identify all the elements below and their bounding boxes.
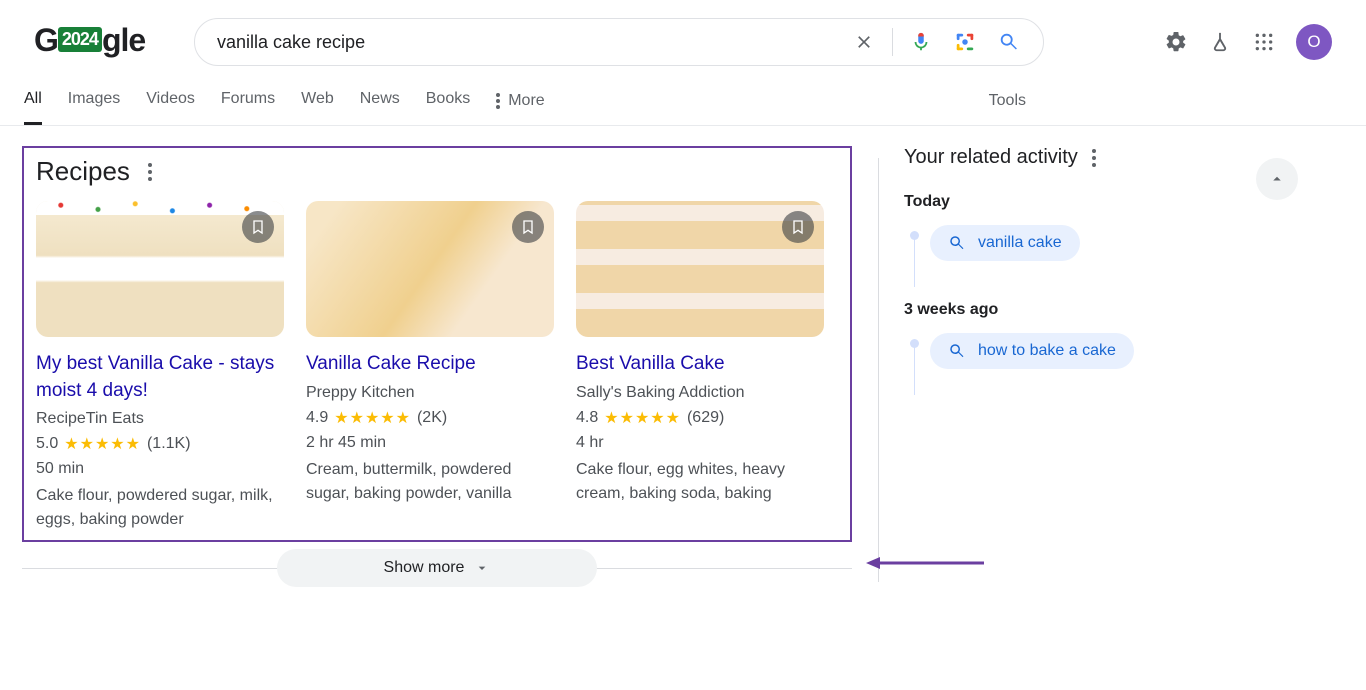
stars-icon: ★★★★★: [334, 408, 411, 428]
recipes-panel: Recipes My best Vanilla Cake - stays moi…: [22, 146, 852, 542]
labs-icon[interactable]: [1208, 30, 1232, 54]
bookmark-icon[interactable]: [242, 211, 274, 243]
related-activity-heading: Your related activity: [904, 146, 1078, 169]
tab-web[interactable]: Web: [301, 90, 334, 125]
rating-value: 4.9: [306, 409, 328, 427]
tab-all[interactable]: All: [24, 90, 42, 125]
related-section-label: 3 weeks ago: [904, 301, 1328, 319]
recipe-title-link[interactable]: My best Vanilla Cake - stays moist 4 day…: [36, 351, 284, 404]
related-menu-icon[interactable]: [1092, 149, 1096, 167]
tab-forums[interactable]: Forums: [221, 90, 275, 125]
ingredients: Cake flour, egg whites, heavy cream, bak…: [576, 458, 824, 506]
chevron-down-icon: [474, 560, 490, 576]
recipe-source: Sally's Baking Addiction: [576, 384, 824, 402]
recipes-menu-icon[interactable]: [148, 163, 152, 181]
ingredients: Cake flour, powdered sugar, milk, eggs, …: [36, 484, 284, 532]
search-bar[interactable]: [194, 18, 1044, 66]
lens-icon[interactable]: [953, 30, 977, 54]
search-nav-tabs: All Images Videos Forums Web News Books …: [0, 66, 1366, 126]
cook-time: 2 hr 45 min: [306, 434, 554, 452]
tab-more[interactable]: More: [496, 90, 544, 125]
collapse-icon[interactable]: [1256, 158, 1298, 200]
rating-count: (2K): [417, 409, 447, 427]
settings-icon[interactable]: [1164, 30, 1188, 54]
recipe-source: Preppy Kitchen: [306, 384, 554, 402]
search-icon[interactable]: [997, 30, 1021, 54]
show-more-label: Show more: [384, 559, 465, 577]
recipe-title-link[interactable]: Vanilla Cake Recipe: [306, 351, 554, 378]
google-logo[interactable]: G2024gle: [34, 22, 154, 62]
recipe-rating: 4.8 ★★★★★ (629): [576, 408, 824, 428]
tab-news[interactable]: News: [360, 90, 400, 125]
apps-icon[interactable]: [1252, 30, 1276, 54]
timeline-dot: [910, 231, 919, 240]
search-icon: [948, 234, 966, 252]
recipe-source: RecipeTin Eats: [36, 410, 284, 428]
recipe-card: Vanilla Cake Recipe Preppy Kitchen 4.9 ★…: [306, 201, 554, 532]
rating-value: 4.8: [576, 409, 598, 427]
recipe-thumbnail[interactable]: [306, 201, 554, 337]
voice-search-icon[interactable]: [909, 30, 933, 54]
search-icon: [948, 342, 966, 360]
related-activity-chip[interactable]: how to bake a cake: [930, 333, 1134, 369]
tab-videos[interactable]: Videos: [146, 90, 195, 125]
recipe-rating: 5.0 ★★★★★ (1.1K): [36, 434, 284, 454]
bookmark-icon[interactable]: [782, 211, 814, 243]
tools-button[interactable]: Tools: [989, 92, 1026, 124]
timeline-dot: [910, 339, 919, 348]
rating-value: 5.0: [36, 435, 58, 453]
recipe-rating: 4.9 ★★★★★ (2K): [306, 408, 554, 428]
recipe-thumbnail[interactable]: [36, 201, 284, 337]
chip-label: vanilla cake: [978, 234, 1062, 252]
rating-count: (1.1K): [147, 435, 191, 453]
related-activity-chip[interactable]: vanilla cake: [930, 225, 1080, 261]
tab-more-label: More: [508, 92, 544, 110]
rating-count: (629): [687, 409, 724, 427]
cook-time: 50 min: [36, 460, 284, 478]
bookmark-icon[interactable]: [512, 211, 544, 243]
search-input[interactable]: [215, 31, 842, 54]
vertical-divider: [878, 158, 879, 582]
account-avatar[interactable]: O: [1296, 24, 1332, 60]
stars-icon: ★★★★★: [604, 408, 681, 428]
annotation-arrow: [866, 556, 984, 570]
show-more-button[interactable]: Show more: [277, 549, 597, 587]
clear-icon[interactable]: [852, 30, 876, 54]
recipe-card: My best Vanilla Cake - stays moist 4 day…: [36, 201, 284, 532]
tab-images[interactable]: Images: [68, 90, 120, 125]
cook-time: 4 hr: [576, 434, 824, 452]
chip-label: how to bake a cake: [978, 342, 1116, 360]
recipe-thumbnail[interactable]: [576, 201, 824, 337]
recipe-card: Best Vanilla Cake Sally's Baking Addicti…: [576, 201, 824, 532]
recipes-heading: Recipes: [36, 156, 130, 187]
ingredients: Cream, buttermilk, powdered sugar, bakin…: [306, 458, 554, 506]
recipe-title-link[interactable]: Best Vanilla Cake: [576, 351, 824, 378]
tab-books[interactable]: Books: [426, 90, 470, 125]
stars-icon: ★★★★★: [64, 434, 141, 454]
search-divider: [892, 28, 893, 56]
